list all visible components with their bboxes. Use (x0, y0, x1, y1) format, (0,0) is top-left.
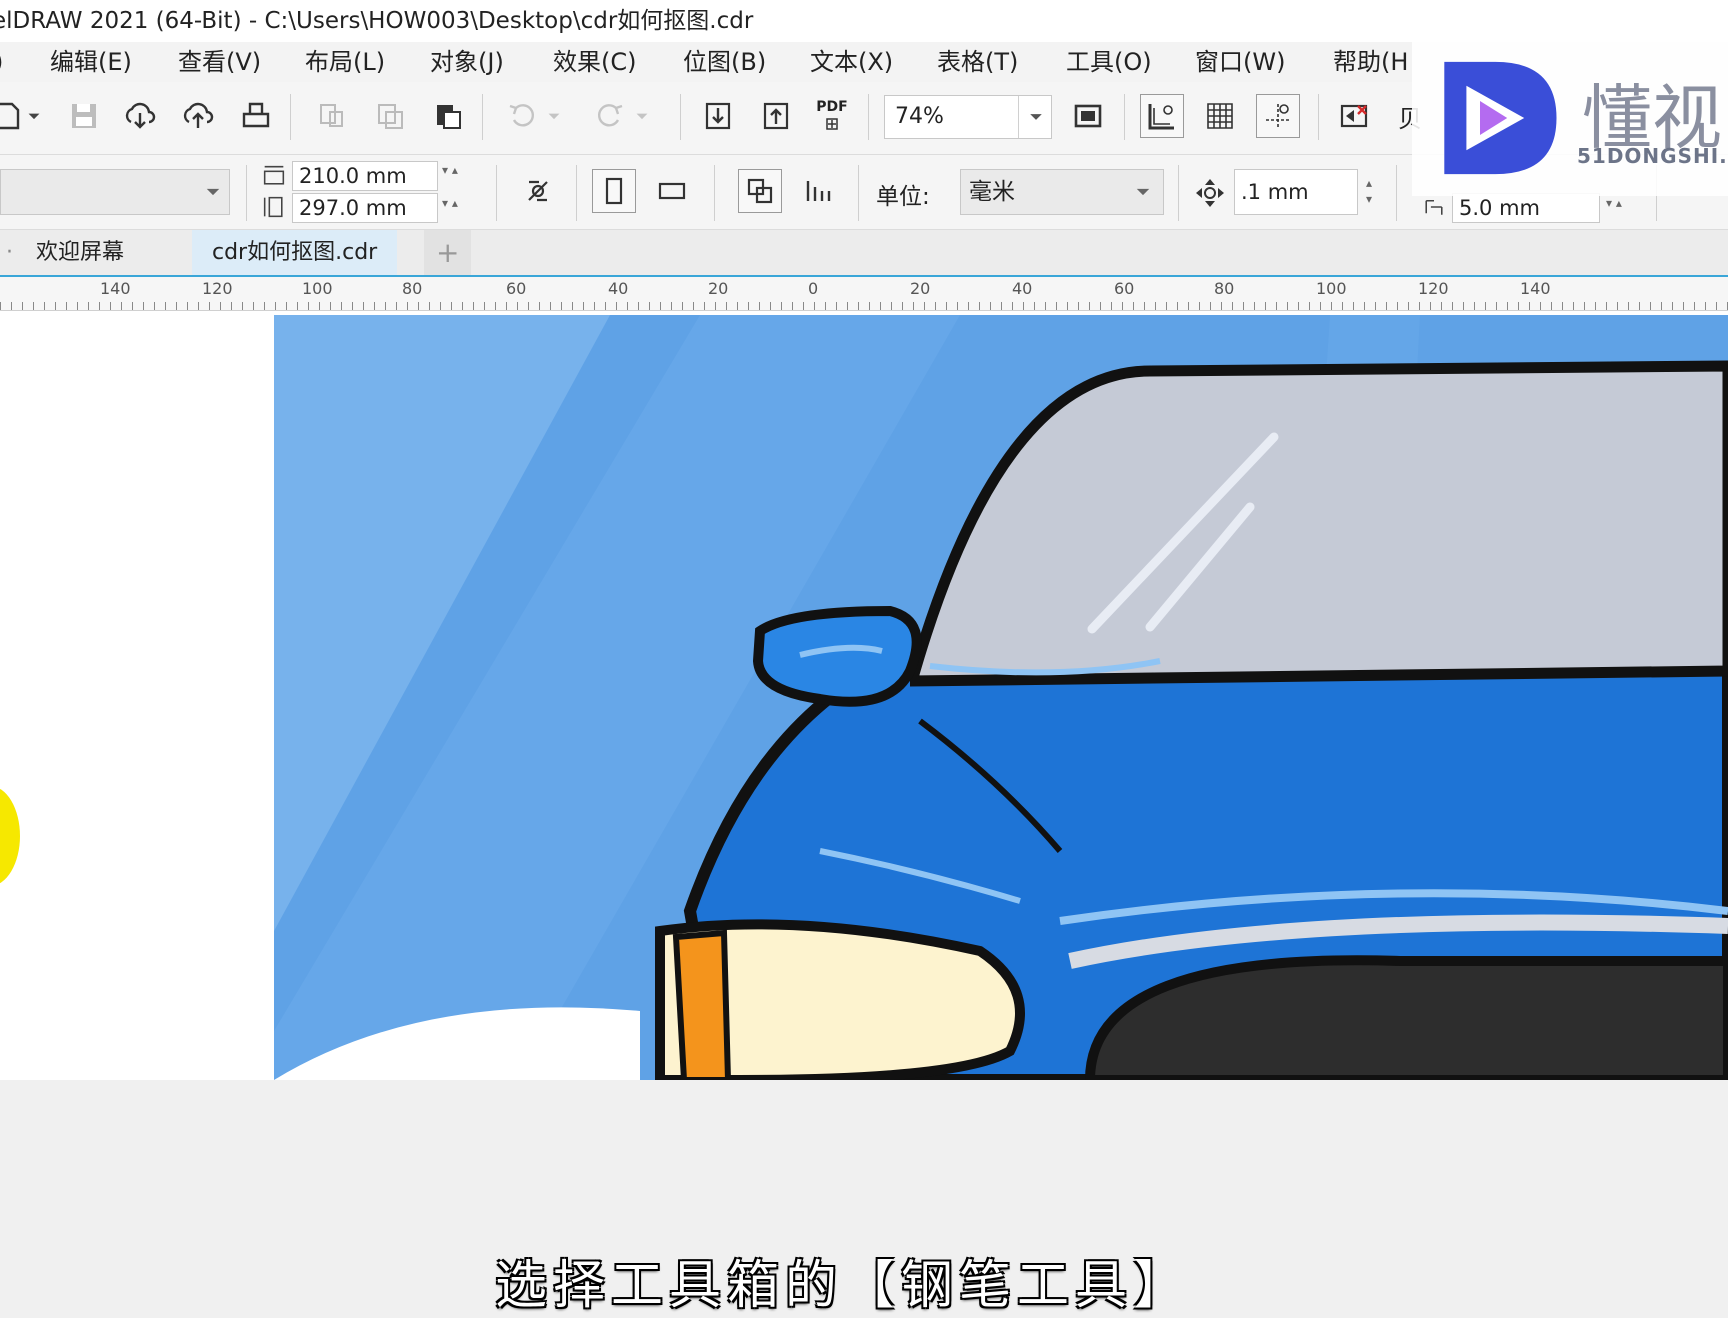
cloud-upload-icon[interactable] (176, 94, 220, 138)
ruler-label: 60 (1114, 279, 1135, 298)
menu-view[interactable]: 查看(V) (178, 46, 261, 78)
duplicate-distance-value: 5.0 mm (1459, 196, 1540, 220)
page-orientation-icon[interactable] (516, 169, 560, 213)
redo-dropdown-icon[interactable] (628, 94, 656, 138)
nudge-distance-value: .1 mm (1241, 180, 1309, 204)
full-screen-icon[interactable] (1066, 94, 1110, 138)
menu-text[interactable]: 文本(X) (810, 46, 893, 78)
drawing-canvas[interactable]: 选择工具箱的【钢笔工具】 (0, 311, 1728, 1316)
ruler-label: 120 (202, 279, 233, 298)
new-tab-button[interactable]: + (424, 230, 472, 275)
duplicate-distance-spinner[interactable]: ▾ ▴ (1606, 197, 1622, 209)
ruler-label: 140 (100, 279, 131, 298)
menu-help[interactable]: 帮助(H (1333, 46, 1408, 78)
units-select[interactable]: 毫米 (960, 169, 1164, 215)
chevron-down-icon (1136, 188, 1150, 196)
undo-dropdown-icon[interactable] (540, 94, 568, 138)
menu-edit[interactable]: 编辑(E) (50, 46, 132, 78)
logo-icon (1444, 61, 1557, 175)
menu-window[interactable]: 窗口(W) (1195, 46, 1285, 78)
nudge-spinner[interactable]: ▴ ▾ (1366, 175, 1372, 207)
page-size-preset-select[interactable] (0, 169, 230, 215)
title-bar: elDRAW 2021 (64-Bit) - C:\Users\HOW003\D… (0, 0, 1728, 42)
cut-icon[interactable] (310, 94, 354, 138)
publish-pdf-icon[interactable]: PDF (810, 94, 854, 138)
save-icon[interactable] (62, 94, 106, 138)
chevron-down-icon[interactable] (20, 94, 48, 138)
cloud-download-icon[interactable] (118, 94, 162, 138)
units-value: 毫米 (969, 179, 1015, 205)
page-width-spinner[interactable]: ▾ ▴ (442, 164, 458, 176)
horizontal-ruler[interactable]: 140 120 100 80 60 40 20 0 20 40 60 80 100 120 140 (0, 277, 1728, 311)
video-subtitle: 选择工具箱的【钢笔工具】 (495, 1256, 1192, 1316)
ruler-label: 20 (708, 279, 729, 298)
ruler-ticks (0, 302, 1728, 310)
tab-welcome-screen[interactable]: 欢迎屏幕 (22, 230, 138, 275)
ruler-label: 80 (1214, 279, 1235, 298)
landscape-icon[interactable] (650, 169, 694, 213)
ruler-label: 20 (910, 279, 931, 298)
menu-table[interactable]: 表格(T) (937, 46, 1018, 78)
car-illustration[interactable] (0, 311, 1728, 1080)
ruler-label: 100 (302, 279, 333, 298)
import-icon[interactable] (696, 94, 740, 138)
zoom-dropdown-icon[interactable] (1018, 96, 1053, 138)
car-side-mirror (752, 605, 922, 707)
export-icon[interactable] (754, 94, 798, 138)
ruler-label: 120 (1418, 279, 1449, 298)
document-tab-bar: · 欢迎屏幕 cdr如何抠图.cdr + (0, 230, 1728, 277)
copy-icon[interactable] (368, 94, 412, 138)
all-pages-icon[interactable] (738, 169, 782, 213)
ruler-label: 40 (1012, 279, 1033, 298)
snap-icon[interactable] (1332, 94, 1376, 138)
tab-document[interactable]: cdr如何抠图.cdr (192, 230, 398, 275)
page-height-spinner[interactable]: ▾ ▴ (442, 197, 458, 209)
duplicate-distance-field[interactable]: 5.0 mm (1452, 193, 1600, 223)
pdf-label: PDF (816, 99, 848, 115)
menu-layout[interactable]: 布局(L) (305, 46, 385, 78)
page-height-icon (263, 196, 283, 218)
ruler-label: 100 (1316, 279, 1347, 298)
page-width-icon (263, 165, 285, 185)
menu-bitmaps[interactable]: 位图(B) (683, 46, 766, 78)
redo-icon[interactable] (588, 94, 632, 138)
portrait-icon[interactable] (592, 169, 636, 213)
ruler-label: 140 (1520, 279, 1551, 298)
window-title: elDRAW 2021 (64-Bit) - C:\Users\HOW003\D… (0, 8, 754, 34)
page-height-field[interactable]: 297.0 mm (292, 193, 438, 223)
menu-file-partial[interactable]: ) (0, 46, 3, 78)
rulers-icon[interactable] (1140, 94, 1184, 138)
ruler-label: 40 (608, 279, 629, 298)
zoom-level-value: 74% (895, 104, 944, 129)
ruler-label: 80 (402, 279, 423, 298)
car-grille (1084, 955, 1728, 1080)
ruler-label: 0 (808, 279, 819, 298)
page-width-value: 210.0 mm (299, 164, 407, 188)
current-page-icon[interactable] (796, 169, 840, 213)
paste-icon[interactable] (426, 94, 470, 138)
watermark: 懂视 51DONGSHI.C (1412, 42, 1728, 196)
chevron-down-icon (206, 188, 220, 196)
undo-icon[interactable] (500, 94, 544, 138)
watermark-site: 51DONGSHI.C (1577, 144, 1728, 168)
units-label: 单位: (876, 184, 930, 210)
print-icon[interactable] (234, 94, 278, 138)
page-height-value: 297.0 mm (299, 196, 407, 220)
grid-icon[interactable] (1198, 94, 1242, 138)
guidelines-icon[interactable] (1256, 94, 1300, 138)
nudge-icon (1196, 179, 1224, 207)
menu-object[interactable]: 对象(J) (430, 46, 504, 78)
ruler-label: 60 (506, 279, 527, 298)
nudge-distance-field[interactable]: .1 mm (1234, 169, 1358, 215)
menu-tools[interactable]: 工具(O) (1066, 46, 1152, 78)
duplicate-distance-icon (1425, 200, 1443, 215)
menu-effects[interactable]: 效果(C) (553, 46, 636, 78)
page-width-field[interactable]: 210.0 mm (292, 161, 438, 191)
car-turn-signal (672, 929, 732, 1080)
